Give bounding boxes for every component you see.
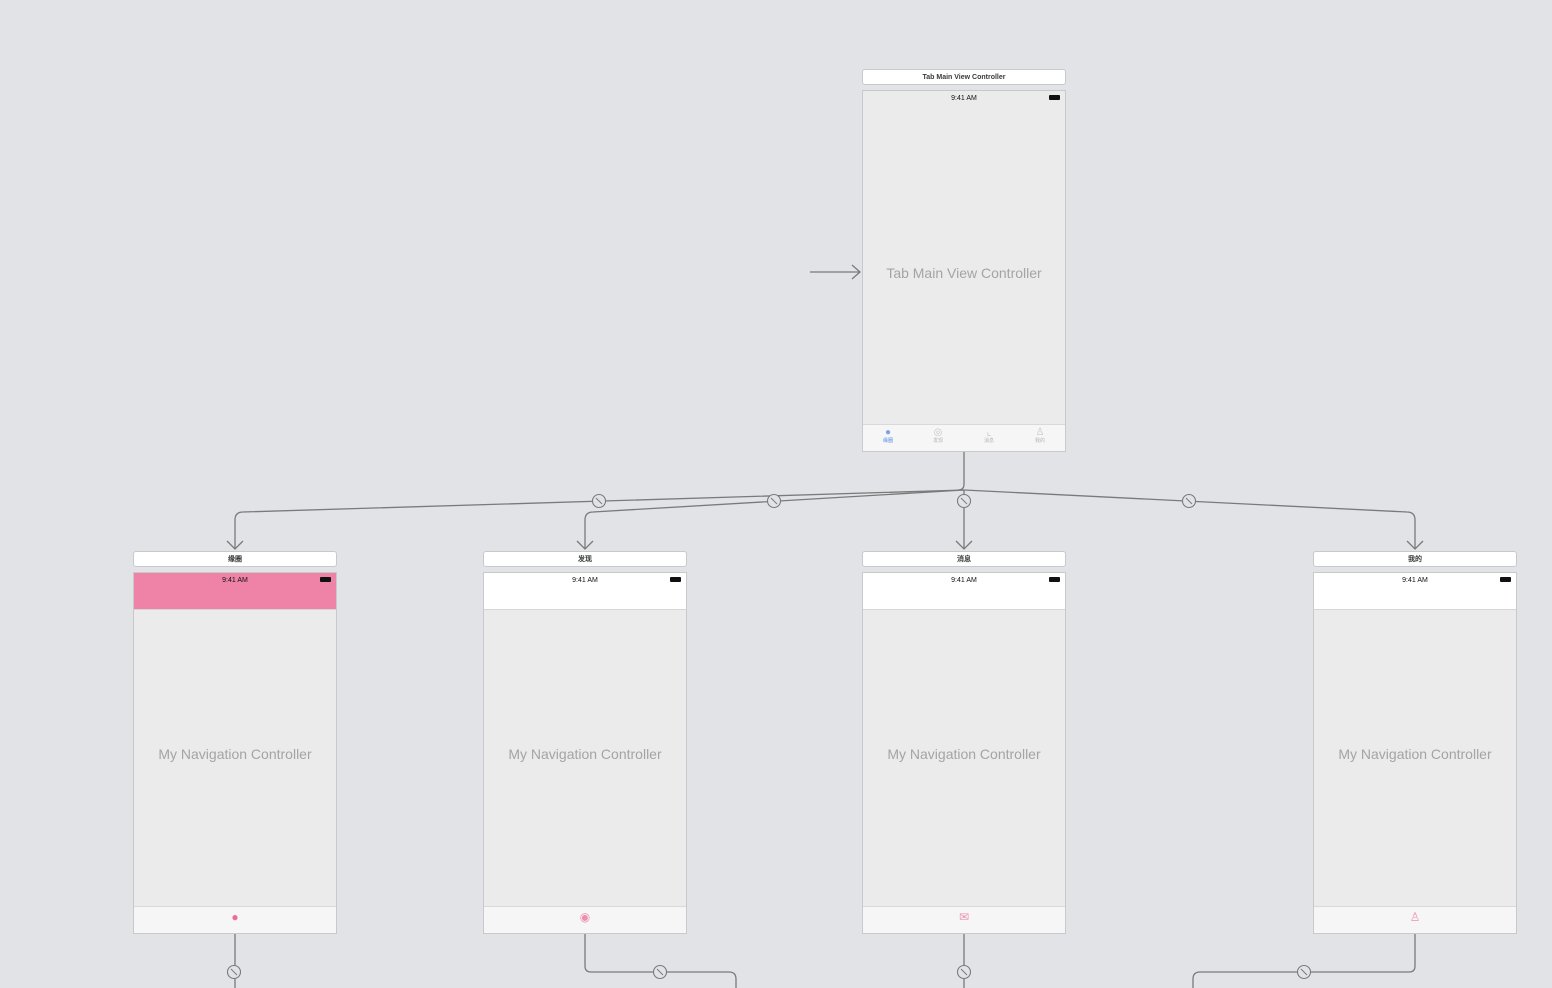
status-bar: 9:41 AM	[134, 573, 336, 587]
battery-icon	[320, 577, 331, 582]
scene-center-label: My Navigation Controller	[1338, 746, 1492, 762]
tab-item-3[interactable]: ⌞ 消息	[964, 427, 1014, 444]
tab-main-view-controller[interactable]: 9:41 AM Tab Main View Controller ● 缘圈 ◎ 发现 ⌞…	[862, 90, 1066, 452]
tab-item-label: 缘圈	[882, 438, 893, 444]
status-time: 9:41 AM	[951, 576, 977, 584]
scene-center-label: My Navigation Controller	[508, 746, 662, 762]
scene-center-label: Tab Main View Controller	[886, 265, 1042, 281]
tab-bar-item[interactable]: ●	[134, 906, 336, 933]
battery-icon	[670, 577, 681, 582]
status-bar: 9:41 AM	[1314, 573, 1516, 587]
status-time: 9:41 AM	[1402, 576, 1428, 584]
status-time: 9:41 AM	[572, 576, 598, 584]
battery-icon	[1049, 577, 1060, 582]
segue-badge	[652, 964, 668, 980]
status-time: 9:41 AM	[951, 94, 977, 102]
compass-icon: ◎	[933, 427, 943, 438]
segue-badge	[226, 964, 242, 980]
chart-icon: ⌞	[986, 427, 992, 438]
initial-view-controller-arrow	[810, 264, 861, 280]
tab-bar: ● 缘圈 ◎ 发现 ⌞ 消息 ♙ 我的	[863, 424, 1065, 451]
tab-bar-item[interactable]: ✉	[863, 906, 1065, 933]
tab-item-1[interactable]: ● 缘圈	[863, 427, 913, 444]
relationship-segue-2	[584, 489, 965, 549]
segue-badge	[956, 493, 972, 509]
circle-filled-icon: ●	[884, 427, 892, 438]
segue-badge	[591, 493, 607, 509]
segue-badge	[956, 964, 972, 980]
person-icon: ♙	[1409, 910, 1421, 924]
storyboard-canvas[interactable]: Tab Main View Controller 9:41 AM Tab Mai…	[0, 0, 1552, 988]
root-segue-2	[584, 934, 737, 988]
scene-title-nav-2[interactable]: 发现	[483, 551, 687, 567]
person-icon: ♙	[1035, 427, 1045, 438]
tab-item-label: 我的	[1034, 438, 1045, 444]
chat-bubble-icon: ●	[231, 910, 239, 924]
tab-bar-item[interactable]: ◉	[484, 906, 686, 933]
scene-title-nav-1[interactable]: 缘圈	[133, 551, 337, 567]
status-bar: 9:41 AM	[484, 573, 686, 587]
status-bar: 9:41 AM	[863, 573, 1065, 587]
scene-center-label: My Navigation Controller	[887, 746, 1041, 762]
segue-badge	[1181, 493, 1197, 509]
scene-title-nav-4[interactable]: 我的	[1313, 551, 1517, 567]
navigation-controller-scene[interactable]: 9:41 AM My Navigation Controller ✉	[862, 572, 1066, 934]
tab-bar-item[interactable]: ♙	[1314, 906, 1516, 933]
tab-item-4[interactable]: ♙ 我的	[1015, 427, 1065, 444]
battery-icon	[1049, 95, 1060, 100]
navigation-controller-scene[interactable]: 9:41 AM My Navigation Controller ♙	[1313, 572, 1517, 934]
compass-icon: ◉	[579, 910, 591, 924]
tab-item-label: 发现	[932, 438, 943, 444]
tab-item-label: 消息	[983, 438, 994, 444]
tab-item-2[interactable]: ◎ 发现	[913, 427, 963, 444]
navigation-controller-scene[interactable]: 9:41 AM My Navigation Controller ●	[133, 572, 337, 934]
status-time: 9:41 AM	[222, 576, 248, 584]
root-segue-4	[1192, 934, 1416, 988]
scene-center-label: My Navigation Controller	[158, 746, 312, 762]
navigation-controller-scene[interactable]: 9:41 AM My Navigation Controller ◉	[483, 572, 687, 934]
segue-badge	[766, 493, 782, 509]
relationship-segue-1	[234, 489, 965, 549]
scene-title-tab-main[interactable]: Tab Main View Controller	[862, 69, 1066, 85]
battery-icon	[1500, 577, 1511, 582]
status-bar: 9:41 AM	[863, 91, 1065, 105]
envelope-icon: ✉	[958, 910, 970, 924]
scene-title-nav-3[interactable]: 消息	[862, 551, 1066, 567]
segue-badge	[1296, 964, 1312, 980]
relationship-segue-4	[963, 489, 1416, 549]
